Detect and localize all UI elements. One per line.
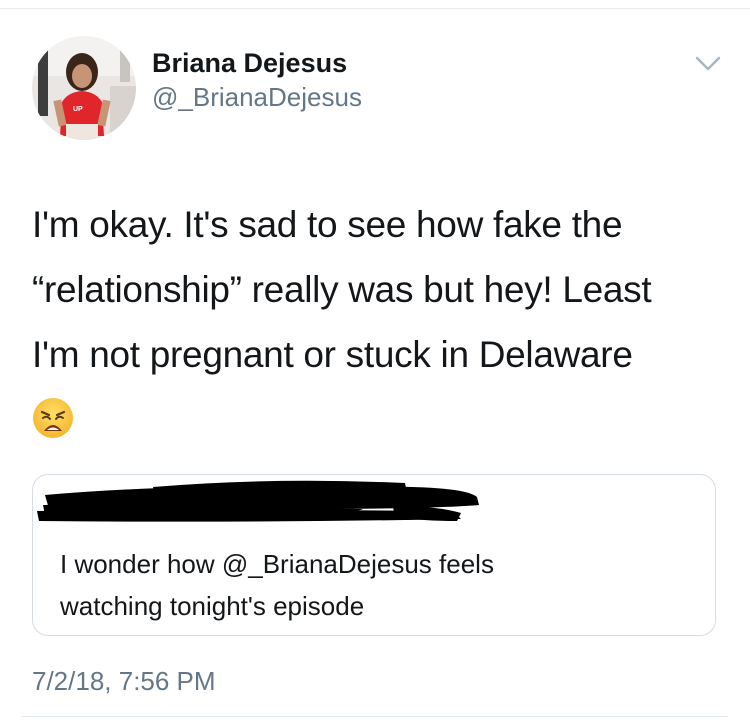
quoted-tweet-card[interactable]: I wonder how @_BrianaDejesus feels watch… [32,474,716,636]
top-divider [0,8,750,9]
handle[interactable]: @_BrianaDejesus [152,80,362,114]
tweet-line: I'm okay. It's sad to see how fake the [32,204,623,245]
svg-text:UP: UP [73,106,83,113]
tweet-line: I'm not pregnant or stuck in Delaware [32,334,633,375]
quoted-tweet-line: watching tonight's episode [60,591,365,621]
author-names: Briana Dejesus @_BrianaDejesus [152,46,362,114]
tweet-text: I'm okay. It's sad to see how fake the “… [32,192,732,439]
chevron-down-icon[interactable] [690,52,726,76]
avatar-photo-icon: UP [32,36,136,140]
tweet-header: UP Briana Dejesus @_BrianaDejesus [32,30,732,140]
avatar[interactable]: UP [32,36,136,140]
tweet-line: “relationship” really was but hey! Least [32,269,652,310]
weary-face-emoji-icon [33,398,73,438]
quoted-tweet-line: I wonder how @_BrianaDejesus feels [60,549,494,579]
timestamp[interactable]: 7/2/18, 7:56 PM [32,664,216,698]
redaction-mark [37,480,479,522]
display-name[interactable]: Briana Dejesus [152,46,362,80]
quoted-tweet-text: I wonder how @_BrianaDejesus feels watch… [60,543,680,627]
bottom-divider [22,716,728,717]
